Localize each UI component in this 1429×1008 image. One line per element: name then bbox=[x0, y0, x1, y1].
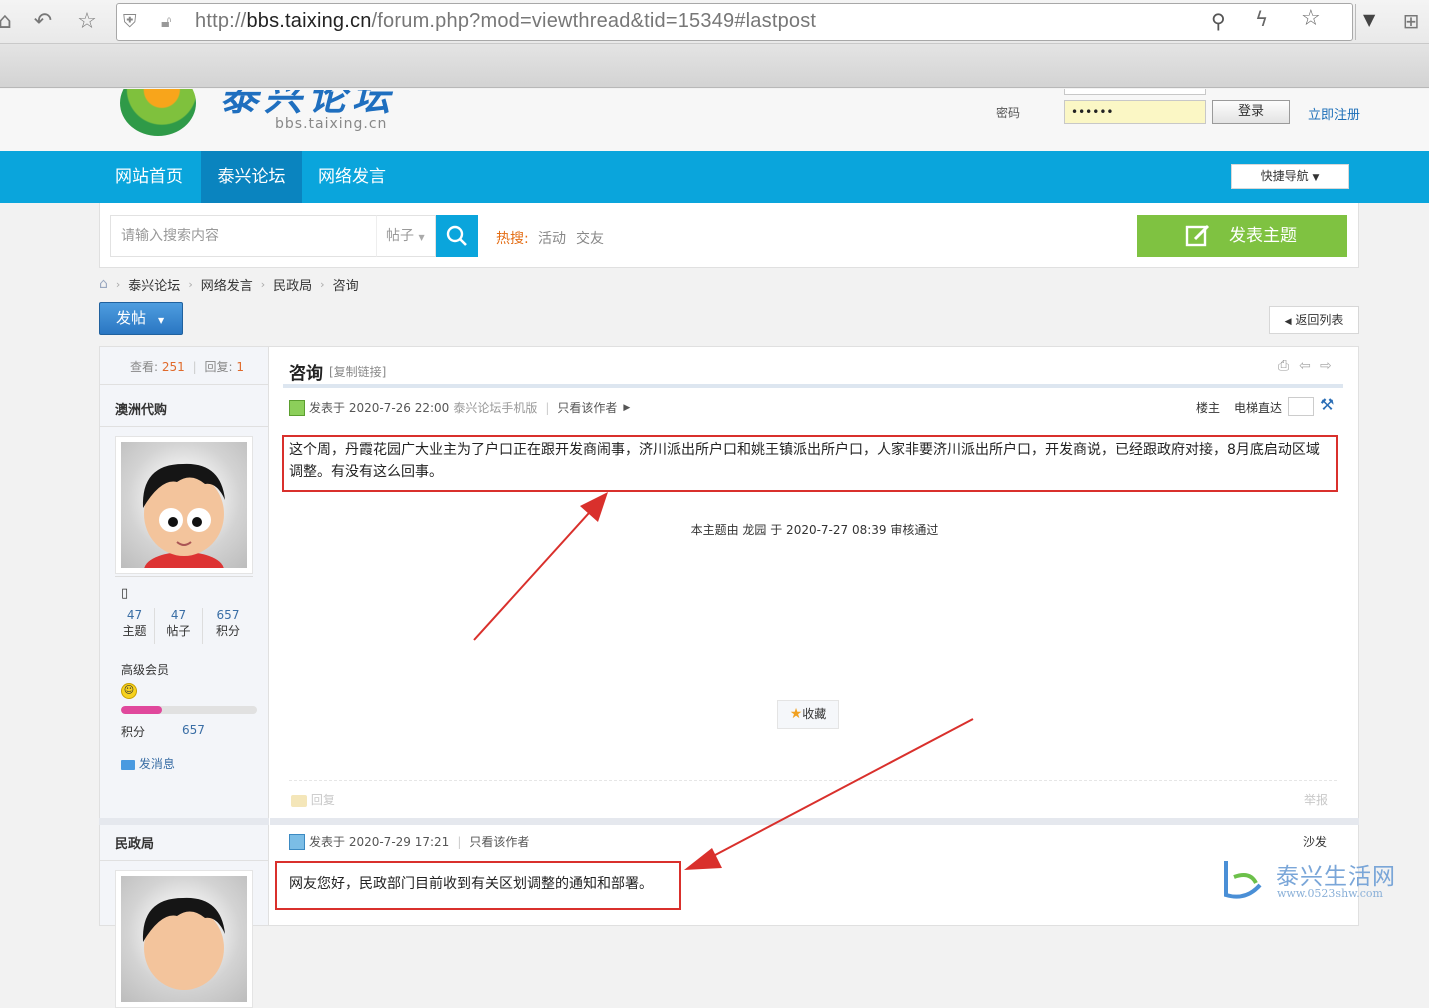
watermark-name: 泰兴生活网 bbox=[1276, 864, 1396, 890]
watermark-logo-svg bbox=[1224, 861, 1262, 899]
annotation-arrows bbox=[473, 492, 974, 870]
watermark-url: www.0523shw.com bbox=[1277, 887, 1383, 900]
watermark-logo-icon bbox=[1220, 855, 1270, 903]
